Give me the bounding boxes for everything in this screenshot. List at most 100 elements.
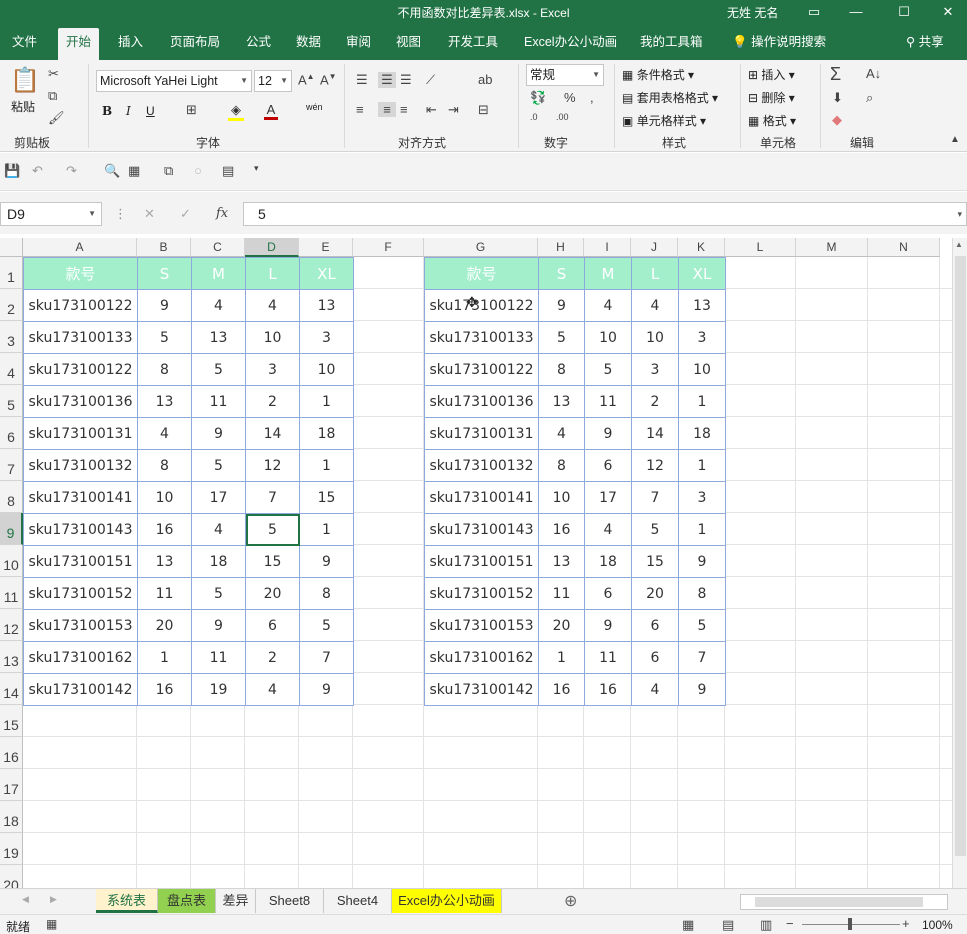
size-qty-cell[interactable]: 8 [299, 577, 354, 610]
sheet-tab-5[interactable]: Sheet4 [324, 889, 392, 913]
size-qty-cell[interactable]: 9 [584, 609, 632, 642]
size-qty-cell[interactable]: 5 [631, 513, 679, 546]
tell-me-search[interactable]: 💡 操作说明搜索 [724, 24, 834, 60]
size-qty-cell[interactable]: 17 [584, 481, 632, 514]
sku-cell[interactable]: sku173100153 [23, 609, 138, 642]
size-qty-cell[interactable]: 13 [538, 545, 585, 578]
size-qty-cell[interactable]: 18 [584, 545, 632, 578]
size-qty-cell[interactable]: 10 [538, 481, 585, 514]
size-qty-cell[interactable]: 4 [538, 417, 585, 450]
tab-page-layout[interactable]: 页面布局 [162, 24, 228, 60]
worksheet-grid[interactable]: ABCDEFGHIJKLMN 1 2 3 4 5 6 7 8 9 10 11 12 13 14 15 16 17… [0, 238, 952, 888]
size-qty-cell[interactable]: 10 [584, 321, 632, 354]
sku-cell[interactable]: sku173100133 [424, 321, 539, 354]
print-preview-icon[interactable]: 🔍 [104, 163, 120, 179]
borders-icon[interactable]: ⊞ [186, 102, 197, 118]
collapse-ribbon-icon[interactable]: ▲ [950, 134, 960, 145]
size-qty-cell[interactable]: 5 [191, 577, 246, 610]
grow-font-icon[interactable]: A▲ [298, 72, 315, 87]
header-cell[interactable]: M [191, 257, 246, 290]
close-icon[interactable]: ✕ [938, 2, 958, 22]
wrap-text-icon[interactable]: ab [478, 72, 492, 87]
align-bottom-icon[interactable]: ☰ [400, 72, 412, 88]
size-qty-cell[interactable]: 14 [631, 417, 679, 450]
size-qty-cell[interactable]: 10 [137, 481, 192, 514]
size-qty-cell[interactable]: 1 [538, 641, 585, 674]
row-header-8[interactable]: 8 [0, 481, 23, 513]
row-header-4[interactable]: 4 [0, 353, 23, 385]
size-qty-cell[interactable]: 20 [137, 609, 192, 642]
font-name-combo[interactable]: Microsoft YaHei Light ▼ [96, 70, 252, 92]
column-header-h[interactable]: H [538, 238, 584, 257]
size-qty-cell[interactable]: 9 [584, 417, 632, 450]
size-qty-cell[interactable]: 8 [137, 449, 192, 482]
increase-decimal-icon[interactable]: .0 [530, 112, 538, 122]
row-header-7[interactable]: 7 [0, 449, 23, 481]
sort-filter-icon[interactable]: A↓ [866, 66, 881, 81]
name-box[interactable]: D9 ▼ [0, 202, 102, 226]
size-qty-cell[interactable]: 10 [631, 321, 679, 354]
cancel-icon[interactable]: ✕ [144, 206, 155, 222]
enter-icon[interactable]: ✓ [180, 206, 191, 222]
column-header-m[interactable]: M [796, 238, 868, 257]
delete-cells-button[interactable]: ⊟ 删除 ▾ [748, 89, 795, 106]
sku-cell[interactable]: sku173100153 [424, 609, 539, 642]
vertical-scrollbar[interactable]: ▲ [952, 238, 967, 888]
sku-cell[interactable]: sku173100136 [23, 385, 138, 418]
size-qty-cell[interactable]: 2 [245, 385, 300, 418]
column-header-n[interactable]: N [868, 238, 940, 257]
cut-icon[interactable]: ✂ [48, 66, 59, 82]
size-qty-cell[interactable]: 3 [678, 321, 726, 354]
sku-cell[interactable]: sku173100132 [23, 449, 138, 482]
size-qty-cell[interactable]: 16 [137, 673, 192, 706]
size-qty-cell[interactable]: 20 [538, 609, 585, 642]
size-qty-cell[interactable]: 9 [678, 545, 726, 578]
autosum-icon[interactable]: Σ [830, 64, 841, 85]
sku-cell[interactable]: sku173100122 [23, 353, 138, 386]
header-cell[interactable]: 款号 [424, 257, 539, 290]
format-cells-button[interactable]: ▦ 格式 ▾ [748, 112, 796, 129]
row-header-14[interactable]: 14 [0, 673, 23, 705]
align-left-icon[interactable]: ≡ [356, 102, 364, 117]
screenshot-icon[interactable]: ⧉ [164, 163, 173, 179]
format-painter-icon[interactable]: 🖌 [48, 110, 65, 126]
size-qty-cell[interactable]: 3 [631, 353, 679, 386]
align-center-icon[interactable]: ≡ [378, 102, 396, 117]
select-all-corner[interactable] [0, 238, 23, 257]
size-qty-cell[interactable]: 3 [299, 321, 354, 354]
redo-icon[interactable]: ↷ [66, 163, 77, 179]
size-qty-cell[interactable]: 5 [299, 609, 354, 642]
size-qty-cell[interactable]: 11 [538, 577, 585, 610]
increase-indent-icon[interactable]: ⇥ [448, 102, 459, 118]
tab-developer[interactable]: 开发工具 [440, 24, 506, 60]
row-header-5[interactable]: 5 [0, 385, 23, 417]
macro-record-icon[interactable]: ▦ [46, 917, 57, 931]
sku-cell[interactable]: sku173100141 [23, 481, 138, 514]
minimize-icon[interactable]: — [846, 2, 866, 22]
column-header-a[interactable]: A [23, 238, 137, 257]
zoom-out-icon[interactable]: − [786, 916, 794, 931]
row-header-19[interactable]: 19 [0, 833, 23, 865]
size-qty-cell[interactable]: 16 [584, 673, 632, 706]
table-tool-icon[interactable]: ▦ [128, 163, 140, 179]
align-middle-icon[interactable]: ☰ [378, 72, 396, 88]
tab-data[interactable]: 数据 [288, 24, 329, 60]
clear-icon[interactable]: ◆ [832, 112, 842, 128]
sku-cell[interactable]: sku173100131 [23, 417, 138, 450]
size-qty-cell[interactable]: 15 [299, 481, 354, 514]
size-qty-cell[interactable]: 7 [245, 481, 300, 514]
column-header-g[interactable]: G [424, 238, 538, 257]
size-qty-cell[interactable]: 5 [538, 321, 585, 354]
zoom-slider-handle[interactable] [848, 918, 852, 930]
size-qty-cell[interactable]: 4 [245, 289, 300, 322]
sheet-tab-1[interactable]: 系统表 [96, 889, 158, 913]
size-qty-cell[interactable]: 5 [245, 513, 300, 546]
undo-icon[interactable]: ↶ [32, 163, 43, 179]
align-top-icon[interactable]: ☰ [356, 72, 368, 88]
row-header-11[interactable]: 11 [0, 577, 23, 609]
header-cell[interactable]: L [245, 257, 300, 290]
size-qty-cell[interactable]: 9 [191, 609, 246, 642]
size-qty-cell[interactable]: 1 [678, 513, 726, 546]
column-header-f[interactable]: F [353, 238, 424, 257]
customize-qat-icon[interactable]: ▾ [254, 163, 259, 174]
